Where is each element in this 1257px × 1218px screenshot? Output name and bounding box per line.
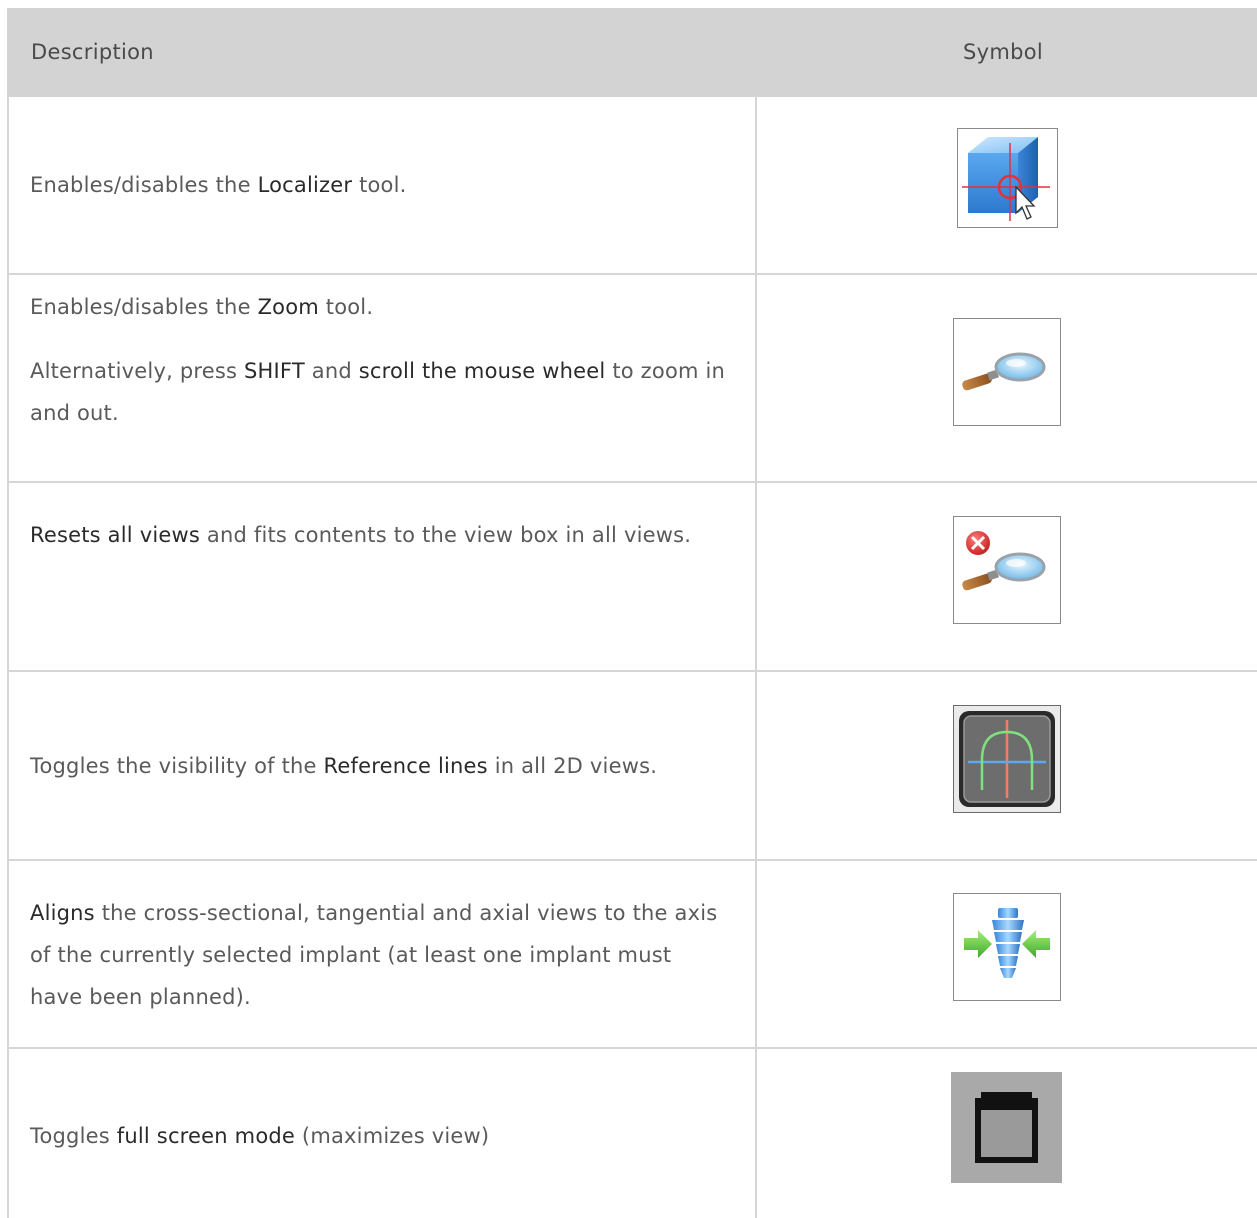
desc-keyword: Aligns [30, 901, 95, 925]
table-row-zoom: Enables/disables the Zoom tool. Alternat… [7, 273, 1257, 483]
symbol-table: Description Symbol Enables/disables the … [7, 8, 1257, 1218]
header-symbol: Symbol [963, 40, 1044, 64]
desc-text: Enables/disables the [30, 173, 258, 197]
desc-text: (maximizes view) [295, 1124, 490, 1148]
desc-keyword: Resets all views [30, 523, 200, 547]
desc-text: tool. [318, 295, 374, 319]
row-description: Toggles the visibility of the Reference … [30, 745, 730, 787]
row-description: Toggles full screen mode (maximizes view… [30, 1115, 730, 1157]
desc-text: Alternatively, press [30, 359, 245, 383]
table-row-full-screen: Toggles full screen mode (maximizes view… [7, 1047, 1257, 1218]
table-row-align-implant: Aligns the cross-sectional, tangential a… [7, 859, 1257, 1049]
table-row-reference-lines: Toggles the visibility of the Reference … [7, 670, 1257, 861]
row-description: Enables/disables the Localizer tool. [30, 164, 730, 206]
table-row-reset-views: Resets all views and fits contents to th… [7, 481, 1257, 672]
desc-text: tool. [352, 173, 407, 197]
desc-keyword: scroll the mouse wheel [358, 359, 606, 383]
row-description: Enables/disables the Zoom tool. Alternat… [30, 286, 730, 434]
desc-text: Toggles [30, 1124, 117, 1148]
align-to-implant-icon[interactable] [953, 893, 1061, 1001]
reset-zoom-icon[interactable] [953, 516, 1061, 624]
table-row-localizer: Enables/disables the Localizer tool. [7, 97, 1257, 275]
desc-keyword: SHIFT [244, 359, 305, 383]
desc-keyword: Reference lines [323, 754, 488, 778]
desc-keyword: full screen mode [116, 1124, 296, 1148]
row-description: Resets all views and fits contents to th… [30, 514, 730, 556]
desc-text: and [304, 359, 359, 383]
localizer-icon[interactable] [957, 128, 1058, 228]
desc-text: and fits contents to the view box in all… [200, 523, 692, 547]
desc-text: Toggles the visibility of the [30, 754, 324, 778]
reference-lines-icon[interactable] [953, 705, 1061, 813]
header-description: Description [31, 40, 154, 64]
desc-keyword: Zoom [257, 295, 319, 319]
desc-text: the cross-sectional, tangential and axia… [30, 901, 718, 1009]
table-header: Description Symbol [7, 8, 1257, 97]
desc-text: Enables/disables the [30, 295, 258, 319]
desc-keyword: Localizer [257, 173, 353, 197]
full-screen-icon[interactable] [951, 1072, 1062, 1183]
desc-text: in all 2D views. [487, 754, 658, 778]
row-description: Aligns the cross-sectional, tangential a… [30, 892, 730, 1018]
zoom-icon[interactable] [953, 318, 1061, 426]
